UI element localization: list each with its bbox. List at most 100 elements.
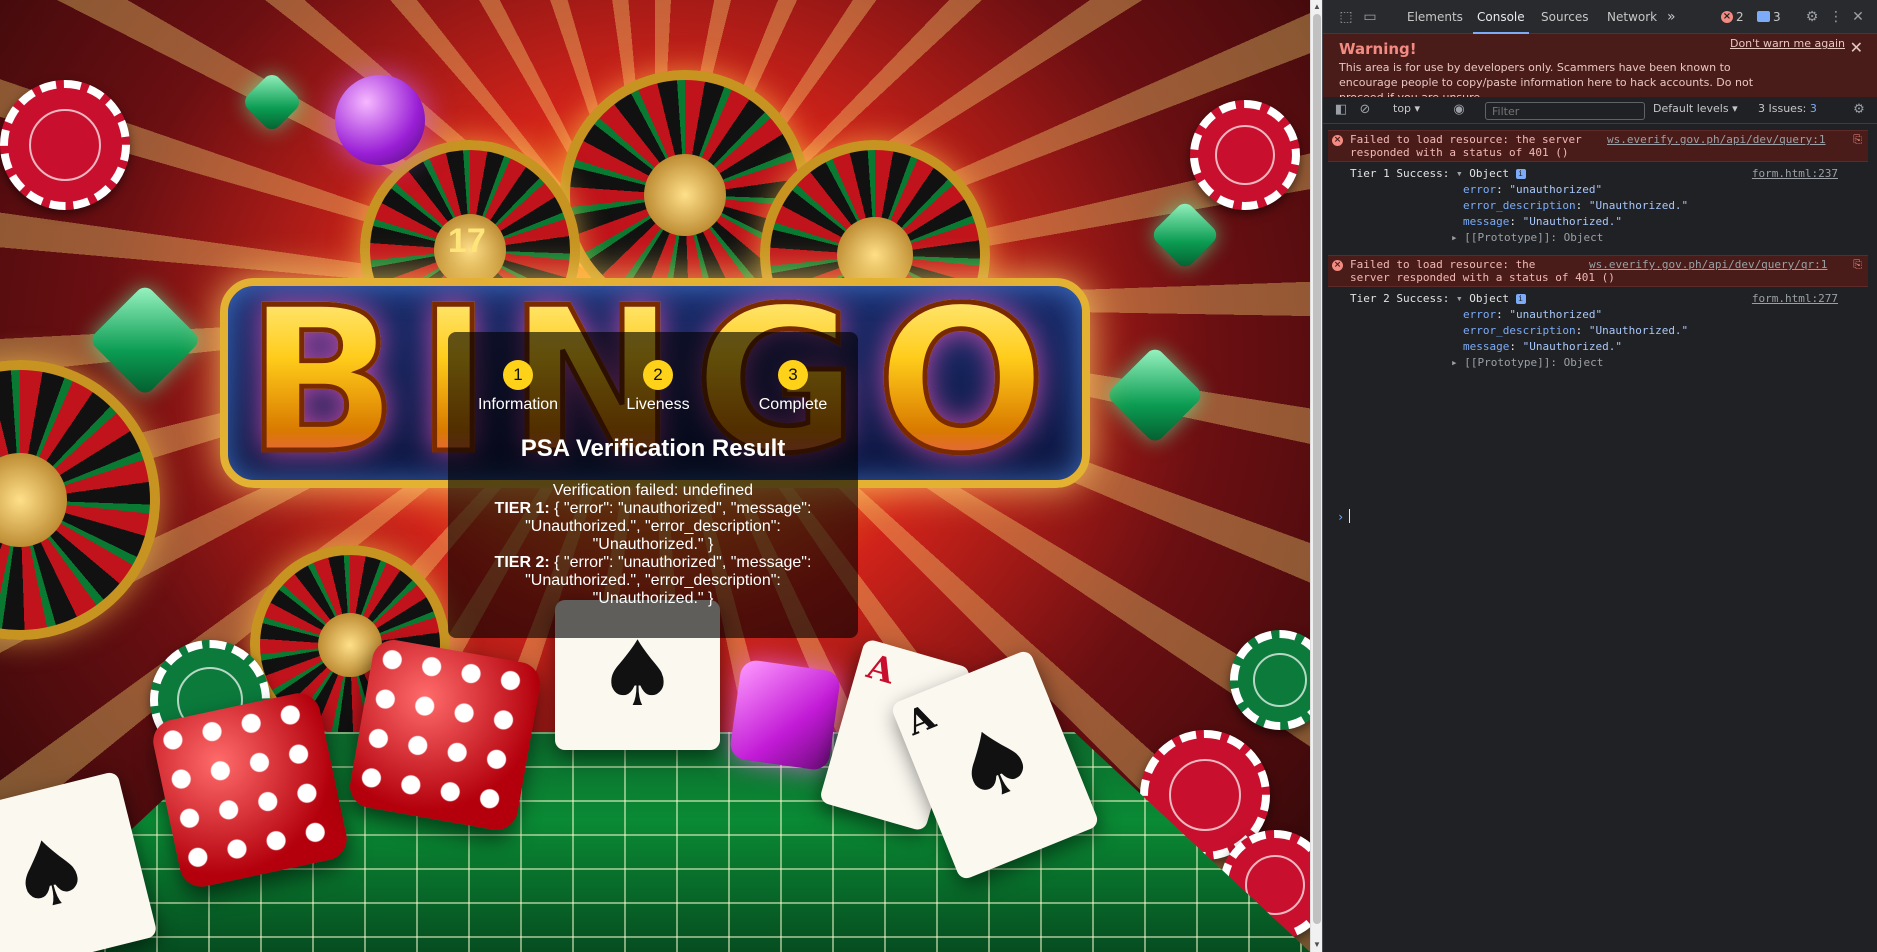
dont-warn-again-link[interactable]: Don't warn me again bbox=[1730, 37, 1845, 50]
tier1-json: { "error": "unauthorized", "message": "U… bbox=[525, 500, 812, 553]
field-value: "Unauthorized." bbox=[1588, 199, 1689, 212]
field-key: error bbox=[1463, 308, 1497, 321]
network-link-icon[interactable]: ⎘ bbox=[1853, 133, 1862, 147]
close-devtools-icon[interactable]: ✕ bbox=[1849, 8, 1867, 26]
field-key: message bbox=[1463, 215, 1510, 228]
console-log-row: Tier 1 Success: ▾ Object i form.html:237… bbox=[1350, 167, 1838, 244]
console-input-caret[interactable] bbox=[1349, 509, 1350, 523]
result-message: Verification failed: undefined TIER 1: {… bbox=[476, 482, 830, 608]
field-key: message bbox=[1463, 340, 1510, 353]
issues-label: 3 Issues: bbox=[1758, 102, 1807, 115]
wheel-number: 17 bbox=[448, 222, 486, 260]
step-complete: 3 Complete bbox=[753, 360, 833, 414]
close-warning-icon[interactable]: ✕ bbox=[1850, 38, 1863, 57]
expand-triangle-icon[interactable]: ▸ bbox=[1451, 356, 1458, 369]
screen: 17 BINGO ♠ A A ♠ ♠ bbox=[0, 0, 1877, 952]
object-label[interactable]: Object bbox=[1469, 167, 1509, 180]
error-message: Failed to load resource: the server resp… bbox=[1350, 133, 1582, 159]
verification-panel: 1 Information 2 Liveness 3 Complete PSA … bbox=[448, 332, 858, 638]
error-count-icon[interactable]: × bbox=[1721, 11, 1733, 23]
card-suit: ♠ bbox=[0, 813, 102, 936]
info-icon: i bbox=[1515, 169, 1526, 179]
tab-sources[interactable]: Sources bbox=[1537, 0, 1592, 34]
issues-button[interactable]: 3 Issues: 3 bbox=[1758, 102, 1817, 115]
self-xss-warning: Warning! This area is for use by develop… bbox=[1323, 34, 1877, 104]
prototype-entry[interactable]: [[Prototype]]: Object bbox=[1464, 356, 1603, 369]
field-value: "Unauthorized." bbox=[1588, 324, 1689, 337]
page-scrollbar[interactable]: ▲ ▼ bbox=[1310, 0, 1322, 952]
devtools: ⬚ ▭ Elements Console Sources Network » ×… bbox=[1323, 0, 1877, 952]
devtools-tabbar: ⬚ ▭ Elements Console Sources Network » ×… bbox=[1323, 0, 1877, 34]
clear-console-icon[interactable]: ⊘ bbox=[1357, 102, 1373, 118]
live-expression-eye-icon[interactable]: ◉ bbox=[1451, 102, 1467, 118]
step-label: Complete bbox=[758, 396, 828, 413]
log-source-link[interactable]: form.html:277 bbox=[1752, 292, 1838, 305]
info-icon: i bbox=[1515, 294, 1526, 304]
sidebar-toggle-icon[interactable]: ◧ bbox=[1333, 102, 1349, 118]
field-key: error_description bbox=[1463, 324, 1576, 337]
tier2-json: { "error": "unauthorized", "message": "U… bbox=[525, 554, 812, 607]
more-tabs-icon[interactable]: » bbox=[1663, 0, 1680, 34]
network-link-icon[interactable]: ⎘ bbox=[1853, 258, 1862, 272]
log-source-link[interactable]: form.html:237 bbox=[1752, 167, 1838, 180]
scroll-up-icon[interactable]: ▲ bbox=[1313, 2, 1321, 12]
error-source-link[interactable]: ws.everify.gov.ph/api/dev/query:1 bbox=[1607, 133, 1826, 146]
red-die bbox=[149, 689, 351, 891]
card-rank: A bbox=[862, 646, 899, 693]
error-icon: × bbox=[1332, 135, 1343, 146]
error-message: Failed to load resource: the server resp… bbox=[1350, 258, 1615, 284]
more-options-icon[interactable]: ⋮ bbox=[1827, 8, 1845, 26]
warning-title: Warning! bbox=[1339, 40, 1417, 58]
status-text: Verification failed: undefined bbox=[552, 482, 754, 499]
step-liveness: 2 Liveness bbox=[623, 360, 693, 414]
console-error-row: × Failed to load resource: the server re… bbox=[1328, 130, 1868, 162]
inspect-element-icon[interactable]: ⬚ bbox=[1337, 8, 1355, 26]
log-levels-dropdown[interactable]: Default levels ▾ bbox=[1653, 102, 1738, 115]
console-error-row: × Failed to load resource: the server re… bbox=[1328, 255, 1868, 287]
scroll-down-icon[interactable]: ▼ bbox=[1313, 940, 1321, 950]
step-number: 3 bbox=[778, 360, 808, 390]
step-indicator: 1 Information 2 Liveness 3 Complete bbox=[448, 360, 858, 420]
field-key: error_description bbox=[1463, 199, 1576, 212]
tier1-result: TIER 1: { "error": "unauthorized", "mess… bbox=[476, 500, 830, 554]
device-toolbar-icon[interactable]: ▭ bbox=[1361, 8, 1379, 26]
expand-triangle-icon[interactable]: ▾ bbox=[1456, 292, 1463, 305]
console-filter-input[interactable] bbox=[1485, 102, 1645, 120]
tier1-label: TIER 1: bbox=[494, 500, 550, 517]
error-icon: × bbox=[1332, 260, 1343, 271]
card-suit: ♠ bbox=[937, 700, 1052, 829]
message-count-icon[interactable] bbox=[1757, 11, 1770, 22]
log-label: Tier 1 Success: bbox=[1350, 167, 1450, 180]
card-rank: A bbox=[901, 696, 941, 744]
console-settings-gear-icon[interactable]: ⚙ bbox=[1851, 102, 1867, 118]
field-value: "Unauthorized." bbox=[1522, 215, 1622, 228]
tab-elements[interactable]: Elements bbox=[1403, 0, 1467, 34]
field-value: "Unauthorized." bbox=[1522, 340, 1622, 353]
chip bbox=[1190, 100, 1300, 210]
settings-gear-icon[interactable]: ⚙ bbox=[1803, 8, 1821, 26]
error-source-link[interactable]: ws.everify.gov.ph/api/dev/query/qr:1 bbox=[1589, 258, 1827, 271]
log-label: Tier 2 Success: bbox=[1350, 292, 1450, 305]
tab-network[interactable]: Network bbox=[1603, 0, 1661, 34]
step-information: 1 Information bbox=[478, 360, 558, 414]
console-log-row: Tier 2 Success: ▾ Object i form.html:277… bbox=[1350, 292, 1838, 369]
tier2-label: TIER 2: bbox=[494, 554, 550, 571]
tab-console[interactable]: Console bbox=[1473, 0, 1529, 34]
result-title: PSA Verification Result bbox=[520, 435, 786, 462]
chip bbox=[0, 80, 130, 210]
object-label[interactable]: Object bbox=[1469, 292, 1509, 305]
message-count[interactable]: 3 bbox=[1773, 0, 1781, 34]
prototype-entry[interactable]: [[Prototype]]: Object bbox=[1464, 231, 1603, 244]
error-count[interactable]: 2 bbox=[1736, 0, 1744, 34]
scrollbar-thumb[interactable] bbox=[1313, 14, 1321, 924]
field-value: "unauthorized" bbox=[1509, 183, 1603, 196]
context-selector[interactable]: top ▾ bbox=[1393, 102, 1420, 115]
card-suit: ♠ bbox=[597, 622, 678, 727]
casino-page: 17 BINGO ♠ A A ♠ ♠ bbox=[0, 0, 1310, 952]
step-label: Information bbox=[478, 396, 559, 413]
console-prompt-icon: › bbox=[1337, 510, 1345, 524]
expand-triangle-icon[interactable]: ▾ bbox=[1456, 167, 1463, 180]
purple-die bbox=[728, 658, 842, 772]
issues-count: 3 bbox=[1809, 102, 1817, 115]
expand-triangle-icon[interactable]: ▸ bbox=[1451, 231, 1458, 244]
